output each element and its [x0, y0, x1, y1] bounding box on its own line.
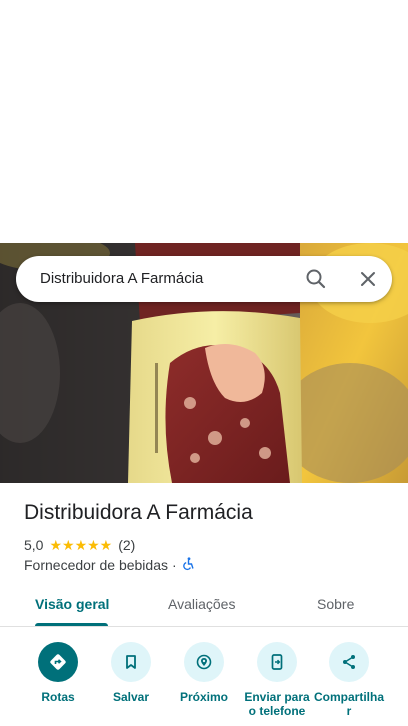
rating-row[interactable]: 5,0 ★★★★★ (2)	[24, 536, 135, 554]
wheelchair-icon	[181, 556, 195, 574]
tab-reviews[interactable]: Avaliações	[168, 596, 235, 612]
rating-value: 5,0	[24, 537, 44, 553]
review-count[interactable]: (2)	[118, 537, 135, 553]
send-to-phone-icon	[257, 642, 297, 682]
directions-button[interactable]: Rotas	[21, 642, 95, 726]
category-row: Fornecedor de bebidas ·	[24, 556, 195, 574]
send-to-phone-button[interactable]: Enviar para o telefone	[240, 642, 314, 726]
share-button[interactable]: Compartilhar	[312, 642, 386, 726]
send-to-phone-label: Enviar para o telefone	[244, 690, 310, 718]
separator-dot: ·	[172, 557, 177, 573]
place-title: Distribuidora A Farmácia	[24, 501, 253, 524]
star-icons: ★★★★★	[49, 537, 113, 553]
star-rating: ★★★★★	[49, 538, 112, 552]
share-icon	[329, 642, 369, 682]
nearby-button[interactable]: Próximo	[167, 642, 241, 726]
nearby-icon	[184, 642, 224, 682]
place-category: Fornecedor de bebidas	[24, 557, 168, 573]
directions-icon	[38, 642, 78, 682]
tabs-divider	[0, 626, 408, 627]
directions-label: Rotas	[41, 690, 75, 704]
tab-overview[interactable]: Visão geral	[35, 596, 109, 612]
nearby-label: Próximo	[179, 690, 228, 704]
search-input[interactable]: Distribuidora A Farmácia	[40, 270, 203, 287]
tab-about[interactable]: Sobre	[317, 596, 354, 612]
map-area-blank	[0, 0, 408, 243]
save-button[interactable]: Salvar	[94, 642, 168, 726]
save-label: Salvar	[112, 690, 150, 704]
close-icon[interactable]	[354, 265, 382, 293]
place-tabs: Visão geral Avaliações Sobre	[0, 586, 408, 626]
search-icon[interactable]	[302, 265, 330, 293]
search-bar[interactable]: Distribuidora A Farmácia	[16, 256, 392, 302]
bookmark-icon	[111, 642, 151, 682]
share-label: Compartilhar	[313, 690, 384, 718]
